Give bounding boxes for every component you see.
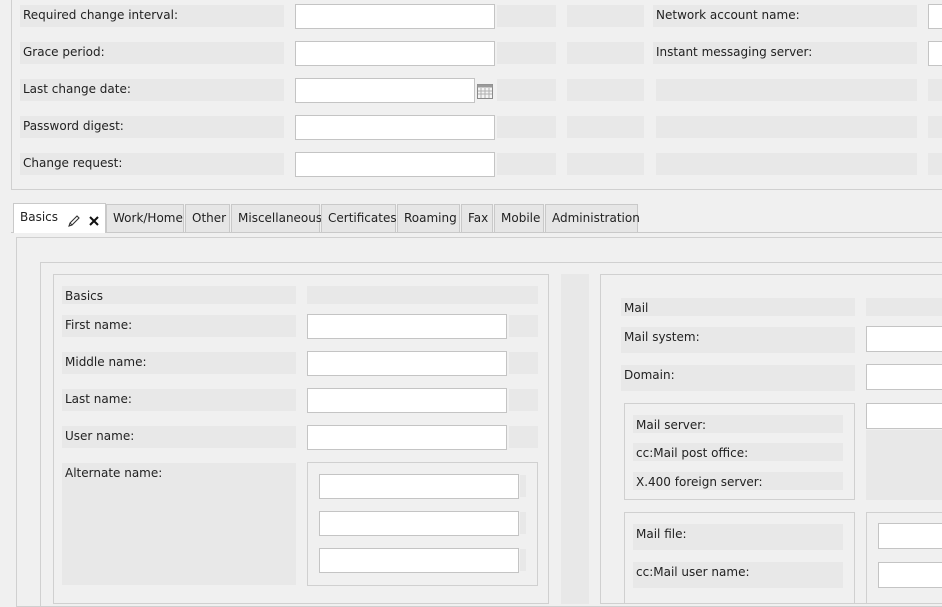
spacer-cell [866,298,942,316]
spacer-cell [520,475,526,497]
spacer-cell [567,116,644,138]
ccmail-post-office-label: cc:Mail post office: [633,443,843,461]
tab-label: Miscellaneous [238,211,323,225]
grace-period-label: Grace period: [20,42,284,64]
tab-strip-baseline [11,232,942,233]
spacer-cell [509,389,538,411]
spacer-cell [928,116,942,138]
last-change-date-label: Last change date: [20,79,284,101]
last-change-date-input[interactable] [295,78,475,103]
user-name-input[interactable] [307,425,507,450]
spacer-cell [509,426,538,448]
spacer-cell [497,116,556,138]
password-digest-label: Password digest: [20,116,284,138]
ccmail-user-name-label: cc:Mail user name: [633,562,843,588]
spacer-cell [928,153,942,175]
calendar-icon[interactable] [477,84,493,99]
instant-messaging-server-input[interactable] [928,41,942,66]
mail-file-input[interactable] [878,523,942,549]
tab-label: Certificates [328,211,397,225]
network-account-name-input[interactable] [928,4,942,29]
spacer-cell [866,430,942,500]
last-name-input[interactable] [307,388,507,413]
tab-other[interactable]: Other [185,204,230,232]
ccmail-user-name-input[interactable] [878,562,942,588]
first-name-label: First name: [62,315,296,337]
tab-label: Mobile [501,211,541,225]
domain-label: Domain: [621,365,855,391]
middle-name-label: Middle name: [62,352,296,374]
spacer-cell [656,153,917,175]
mail-server-label: Mail server: [633,415,843,433]
spacer-cell [520,512,526,534]
x400-foreign-server-label: X.400 foreign server: [633,472,843,490]
password-digest-input[interactable] [295,115,495,140]
alternate-name-label: Alternate name: [62,463,296,585]
tab-mobile[interactable]: Mobile [494,204,544,232]
spacer-cell [509,352,538,374]
mail-system-input[interactable] [866,326,942,352]
spacer-cell [656,116,917,138]
tab-fax[interactable]: Fax [461,204,493,232]
mail-server-input[interactable] [866,403,942,429]
network-account-name-label: Network account name: [653,5,917,27]
grace-period-input[interactable] [295,41,495,66]
tab-certificates[interactable]: Certificates [321,204,397,232]
basics-section-title: Basics [62,286,296,304]
spacer-cell [567,5,644,27]
tab-label: Basics [20,210,59,224]
mail-section-title: Mail [621,298,855,316]
alternate-name-input-1[interactable] [319,474,519,499]
tab-label: Administration [552,211,640,225]
change-request-input[interactable] [295,152,495,177]
alternate-name-input-3[interactable] [319,548,519,573]
middle-name-input[interactable] [307,351,507,376]
alternate-name-input-2[interactable] [319,511,519,536]
spacer-cell [307,286,538,304]
tab-label: Roaming [404,211,457,225]
pencil-icon[interactable] [67,211,81,227]
mail-system-label: Mail system: [621,327,855,353]
tab-work-home[interactable]: Work/Home [106,204,184,232]
spacer-cell [497,42,556,64]
tab-label: Fax [468,211,489,225]
last-name-label: Last name: [62,389,296,411]
spacer-cell [567,42,644,64]
close-icon[interactable] [87,211,101,226]
user-name-label: User name: [62,426,296,448]
spacer-cell [567,79,644,101]
spacer-cell [509,315,538,337]
tab-basics[interactable]: Basics [13,203,106,233]
mail-file-label: Mail file: [633,524,843,550]
spacer-cell [497,153,556,175]
spacer-cell [497,79,556,101]
required-change-interval-input[interactable] [295,4,495,29]
tab-administration[interactable]: Administration [545,204,640,232]
spacer-cell [497,5,556,27]
spacer-cell [520,549,526,571]
tab-miscellaneous[interactable]: Miscellaneous [231,204,323,232]
tab-label: Work/Home [113,211,183,225]
domain-input[interactable] [866,364,942,390]
instant-messaging-server-label: Instant messaging server: [653,42,917,64]
tab-label: Other [192,211,227,225]
spacer-cell [561,274,589,604]
spacer-cell [567,153,644,175]
tab-roaming[interactable]: Roaming [397,204,460,232]
first-name-input[interactable] [307,314,507,339]
spacer-cell [928,79,942,101]
spacer-cell [656,79,917,101]
change-request-label: Change request: [20,153,284,175]
required-change-interval-label: Required change interval: [20,5,284,27]
